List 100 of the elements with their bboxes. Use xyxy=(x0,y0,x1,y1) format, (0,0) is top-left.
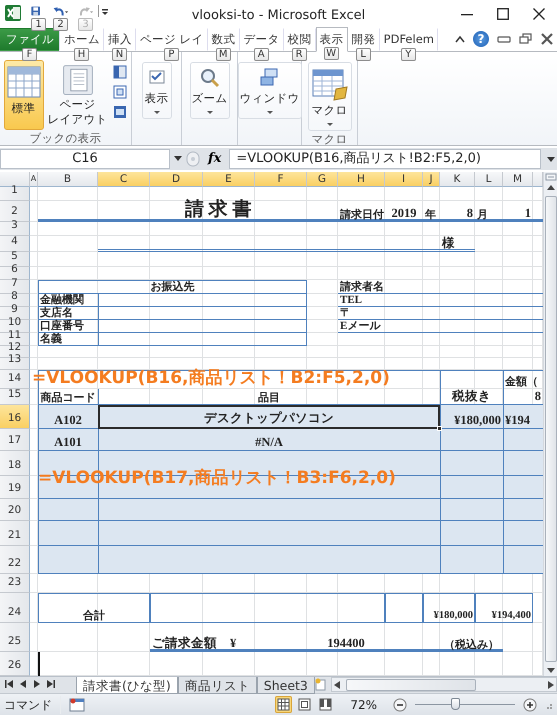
table-cell[interactable]: 1 xyxy=(503,201,533,222)
column-header[interactable]: K xyxy=(440,172,475,187)
table-cell[interactable]: ¥180,000 xyxy=(423,593,475,623)
insert-sheet-icon[interactable] xyxy=(314,677,327,692)
table-cell[interactable]: ¥180,000 xyxy=(440,405,503,429)
table-cell[interactable]: #N/A xyxy=(98,429,440,451)
row-header[interactable]: 16 xyxy=(0,405,30,429)
page-break-icon[interactable] xyxy=(317,696,334,713)
ribbon-button[interactable]: マクロ xyxy=(308,62,352,131)
ribbon-button[interactable]: 標準 xyxy=(4,60,44,130)
row-header[interactable]: 19 xyxy=(0,476,30,499)
table-cell[interactable]: A102 xyxy=(38,405,98,429)
table-cell[interactable]: ご請求金額 ¥ xyxy=(150,623,255,652)
scroll-right-icon[interactable] xyxy=(546,678,556,690)
table-cell[interactable]: 8 xyxy=(440,201,475,222)
table-cell[interactable]: 8 xyxy=(503,389,543,405)
scroll-left-icon[interactable] xyxy=(332,678,342,690)
restore-icon[interactable] xyxy=(519,33,533,45)
table-cell[interactable]: （税込み） xyxy=(440,623,503,652)
column-header[interactable]: A xyxy=(30,172,38,187)
table-cell[interactable]: 商品コード xyxy=(38,389,98,405)
ribbon-button[interactable]: ページレイアウト xyxy=(48,60,108,130)
column-header[interactable]: B xyxy=(38,172,98,187)
row-header[interactable]: 1 xyxy=(0,187,30,201)
close-icon[interactable] xyxy=(533,8,545,20)
record-macro-icon[interactable] xyxy=(69,698,85,712)
row-header[interactable]: 4 xyxy=(0,236,30,252)
page-layout-icon[interactable] xyxy=(296,696,314,713)
scroll-thumb[interactable] xyxy=(544,196,556,662)
table-cell[interactable]: 金額（ xyxy=(503,370,543,389)
column-header[interactable]: J xyxy=(423,172,440,187)
table-cell[interactable]: 名義 xyxy=(38,333,98,346)
table-cell[interactable]: 月 xyxy=(475,201,503,222)
splitter-handle-icon[interactable] xyxy=(186,150,200,168)
ribbon-button[interactable]: ズーム xyxy=(190,62,230,119)
row-header[interactable]: 14 xyxy=(0,370,30,389)
zoom-in-icon[interactable] xyxy=(523,698,537,712)
next-sheet-icon[interactable] xyxy=(32,677,42,691)
zoom-slider-thumb[interactable] xyxy=(451,698,460,710)
table-cell[interactable]: TEL xyxy=(338,294,423,307)
table-cell[interactable]: 年 xyxy=(423,201,440,222)
table-cell[interactable]: 請求日付 xyxy=(338,201,385,222)
column-header[interactable]: D xyxy=(150,172,203,187)
table-cell[interactable]: 2019 xyxy=(385,201,423,222)
table-cell[interactable]: 様 xyxy=(440,236,475,252)
customize-menu-icon[interactable] xyxy=(98,4,108,18)
row-header[interactable]: 22 xyxy=(0,546,30,574)
last-sheet-icon[interactable] xyxy=(46,677,56,691)
table-cell[interactable]: 〒 xyxy=(338,307,385,320)
row-header[interactable]: 25 xyxy=(0,623,30,652)
ribbon-button[interactable]: 表示 xyxy=(142,62,172,119)
table-cell[interactable]: 請求者名 xyxy=(338,280,423,294)
first-sheet-icon[interactable] xyxy=(4,677,14,691)
ribbon-button[interactable]: ウィンドウ xyxy=(238,62,302,119)
sheet-tab[interactable]: 請求書(ひな型) xyxy=(76,677,178,694)
column-header[interactable]: I xyxy=(385,172,423,187)
table-cell[interactable]: 支店名 xyxy=(38,307,98,320)
zoom-level-button[interactable]: 72% xyxy=(342,696,385,714)
frame-icon[interactable] xyxy=(112,84,128,100)
column-header[interactable]: M xyxy=(503,172,533,187)
table-cell[interactable]: 請 求 書 xyxy=(98,201,338,222)
row-header[interactable]: 18 xyxy=(0,451,30,476)
previous-sheet-icon[interactable] xyxy=(18,677,28,691)
column-header[interactable]: G xyxy=(307,172,338,187)
close-icon[interactable] xyxy=(541,33,553,45)
help-button[interactable]: ? xyxy=(473,31,489,47)
row-header[interactable]: 21 xyxy=(0,521,30,546)
table-cell[interactable]: 口座番号 xyxy=(38,320,98,333)
table-cell[interactable]: 金融機関 xyxy=(38,294,98,307)
row-header[interactable]: 17 xyxy=(0,429,30,451)
minimize-icon[interactable] xyxy=(497,34,511,44)
table-cell[interactable]: Eメール xyxy=(338,320,423,333)
column-header[interactable]: L xyxy=(475,172,503,187)
row-header[interactable]: 24 xyxy=(0,593,30,623)
name-box[interactable]: C16 xyxy=(0,149,170,169)
scroll-thumb[interactable] xyxy=(346,678,476,690)
collapse-ribbon-icon[interactable] xyxy=(455,35,465,43)
row-header[interactable]: 23 xyxy=(0,574,30,593)
row-header[interactable]: 20 xyxy=(0,499,30,521)
maximize-icon[interactable] xyxy=(497,8,509,20)
column-header[interactable]: C xyxy=(98,172,150,187)
table-cell[interactable]: お振込先 xyxy=(38,280,307,294)
table-cell[interactable]: 合計 xyxy=(38,593,150,623)
column-header[interactable]: E xyxy=(203,172,255,187)
column-header[interactable]: H xyxy=(338,172,385,187)
column-header[interactable]: F xyxy=(255,172,307,187)
table-cell[interactable]: 品目 xyxy=(98,389,440,405)
insert-function-button[interactable]: fx xyxy=(204,149,226,169)
dropdown-caret-icon[interactable] xyxy=(174,156,182,162)
row-header[interactable]: 15 xyxy=(0,389,30,405)
zoom-out-icon[interactable] xyxy=(393,698,407,712)
sheet-tab[interactable]: Sheet3 xyxy=(256,677,315,694)
row-header[interactable]: 26 xyxy=(0,652,30,676)
table-cell[interactable]: A101 xyxy=(38,429,98,451)
table-cell[interactable]: デスクトップパソコン xyxy=(98,405,440,429)
table-cell[interactable]: ¥194 xyxy=(503,405,543,429)
full-screen-icon[interactable] xyxy=(112,104,128,120)
row-header[interactable]: 3 xyxy=(0,222,30,236)
formula-field[interactable]: =VLOOKUP(B16,商品リスト!B2:F5,2,0) xyxy=(229,149,541,169)
table-cell[interactable]: ¥194,400 xyxy=(475,593,533,623)
